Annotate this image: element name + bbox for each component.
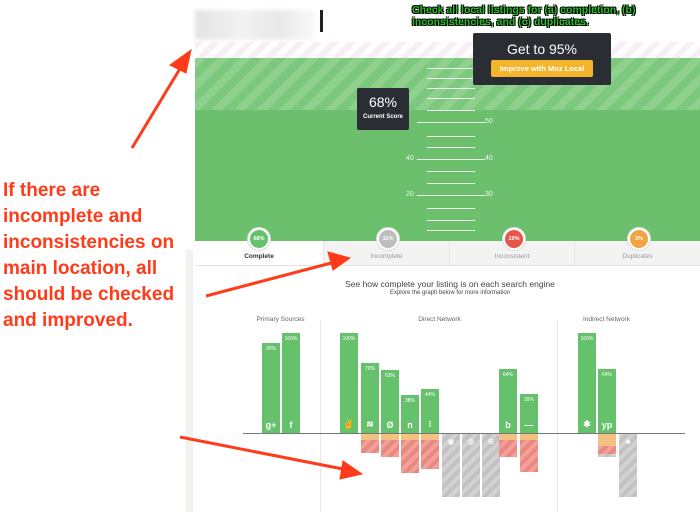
arrow-to-chart (179, 435, 349, 472)
arrow-to-logo (130, 61, 186, 149)
arrow-head (339, 460, 364, 480)
annotation-arrows (130, 48, 364, 480)
arrow-head (169, 48, 192, 74)
arrow-head (327, 251, 352, 271)
arrow-to-incomplete-tab (205, 260, 336, 298)
